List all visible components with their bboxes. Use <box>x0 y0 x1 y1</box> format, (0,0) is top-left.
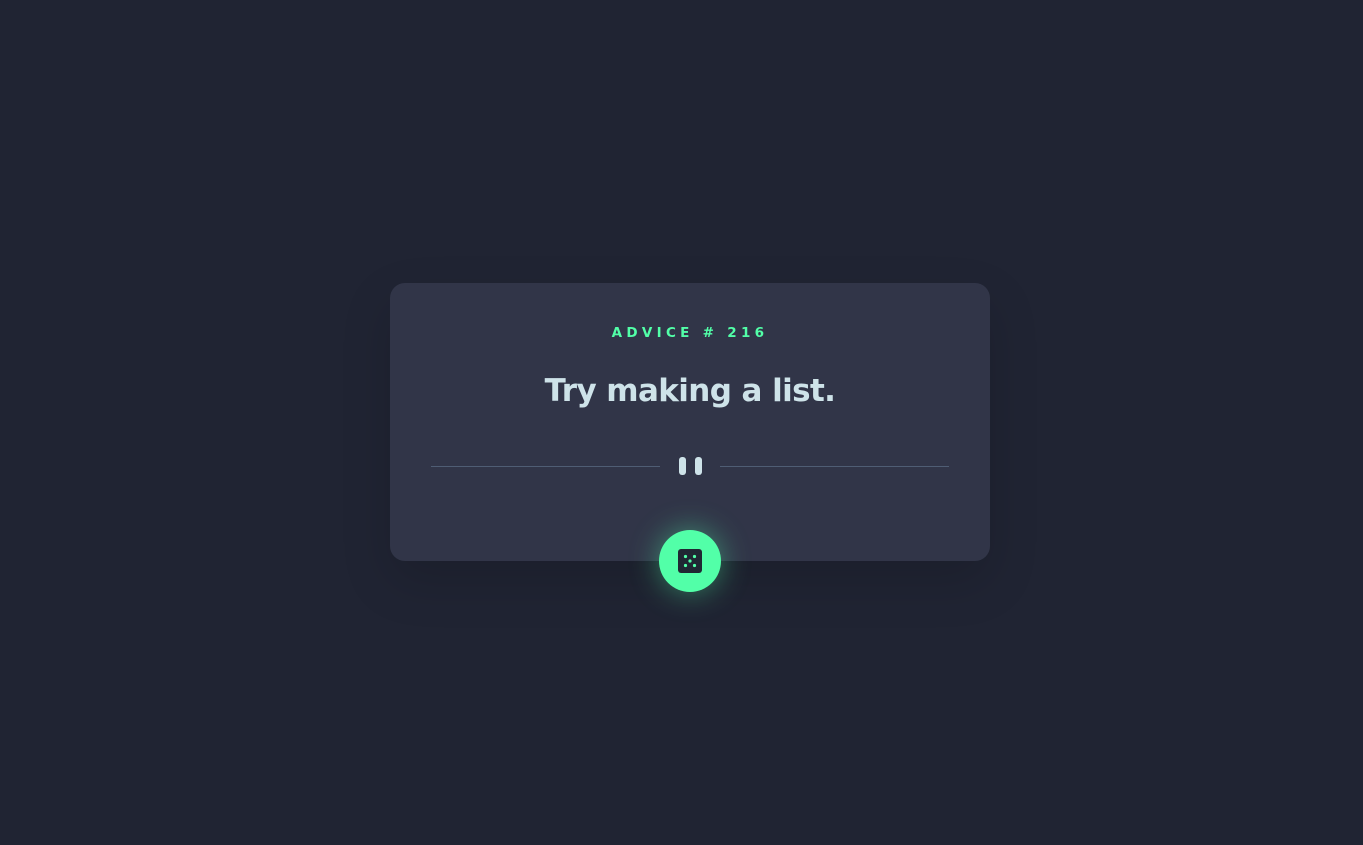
pause-icon <box>678 457 702 477</box>
new-advice-button[interactable] <box>659 530 721 592</box>
advice-card: ADVICE # 216 Try making a list. <box>390 283 990 561</box>
pattern-divider <box>431 455 949 479</box>
dice-icon <box>678 549 702 573</box>
divider-line-right <box>720 466 949 467</box>
advice-number: ADVICE # 216 <box>611 325 769 341</box>
advice-quote: Try making a list. <box>544 373 836 409</box>
divider-line-left <box>431 466 660 467</box>
